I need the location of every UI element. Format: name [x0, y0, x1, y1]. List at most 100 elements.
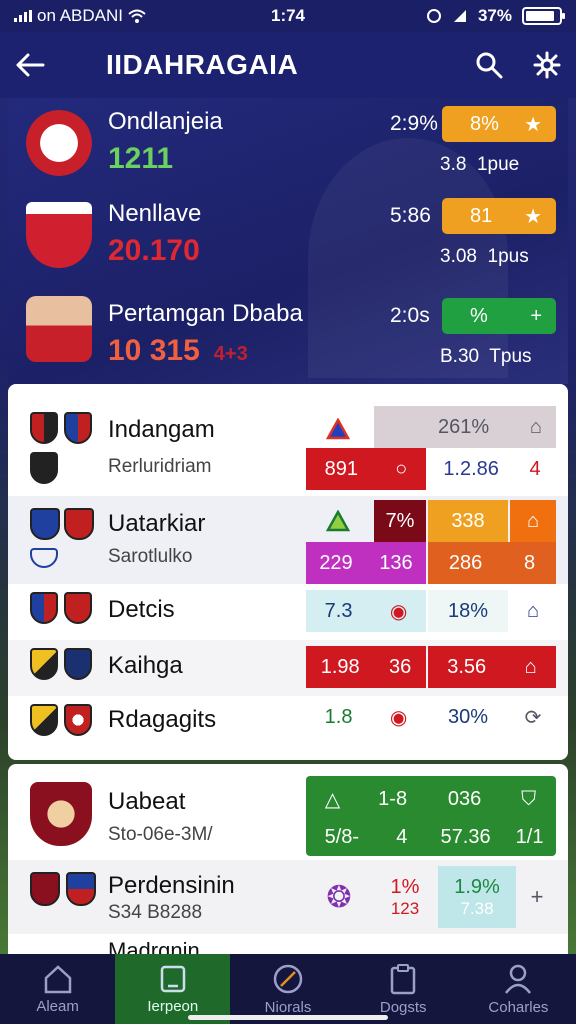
home-icon: ⌂	[529, 415, 542, 438]
nav-tab-dogsts[interactable]: Dogsts	[346, 954, 461, 1024]
club-logo-icon	[30, 592, 58, 624]
odds-cell[interactable]: 1.9% 7.38	[438, 866, 516, 928]
odds-cell[interactable]: 1.8 ◉	[306, 696, 426, 738]
team-name: Uatarkiar	[108, 510, 206, 537]
win-percent: 5:86	[390, 204, 431, 227]
club-logo-icon	[30, 704, 58, 736]
nav-label: Aleam	[36, 997, 79, 1015]
odds-cell[interactable]: 1.2.86 4	[428, 448, 556, 490]
app-bar: IIDAHRAGAIA	[0, 32, 576, 98]
team-name: Detcis	[108, 596, 175, 623]
team-score: 20.170	[108, 234, 200, 267]
odds-cell[interactable]: 261% ⌂	[374, 406, 556, 448]
odds-cell[interactable]: 18%	[428, 590, 508, 632]
warning-icon	[306, 408, 370, 450]
nav-label: Niorals	[264, 998, 312, 1016]
home-icon: ⌂	[524, 655, 537, 678]
odds-cell[interactable]: 7%	[374, 500, 426, 542]
nav-tab-ierpeon[interactable]: Ierpeon	[115, 954, 231, 1024]
odds-cell[interactable]: 229 136	[306, 542, 426, 584]
club-logo-icon	[64, 508, 94, 540]
club-logo-icon	[30, 508, 60, 540]
bottom-navigation: Aleam Ierpeon Niorals Dogsts Coharles	[0, 954, 576, 1024]
circle-icon: ◉	[389, 600, 408, 623]
team-subtitle: S34 B8288	[108, 902, 203, 923]
clock: 1:74	[270, 6, 306, 25]
club-crest-icon	[30, 782, 92, 846]
table-row[interactable]: Uabeat Sto-06e-3M/ △ 1-8 036 ⛉ 5/8- 4 57.36…	[8, 764, 568, 860]
club-logo-icon	[30, 872, 60, 906]
odds-cell[interactable]: 1.98 36	[306, 646, 426, 688]
odds-cell[interactable]: 286 8	[428, 542, 556, 584]
nav-tab-coharles[interactable]: Coharles	[461, 954, 576, 1024]
home-icon[interactable]: ⌂	[510, 500, 556, 542]
nav-label: Ierpeon	[147, 997, 199, 1015]
odds-value: %	[470, 304, 488, 327]
odds-cell[interactable]: △ 1-8	[306, 778, 426, 820]
odds-cell[interactable]: 3.56 ⌂	[428, 646, 556, 688]
star-icon: ★	[524, 113, 542, 136]
odds-detail: B.30 Tpus	[440, 346, 532, 367]
odds-badge[interactable]: % +	[442, 298, 556, 334]
odds-badge[interactable]: 8% ★	[442, 106, 556, 142]
player-avatar	[26, 296, 92, 362]
odds-cell[interactable]: 30%	[428, 696, 508, 738]
team-subtitle: Rerluridriam	[108, 456, 212, 477]
team-name: Perdensinin	[108, 872, 235, 899]
clipboard-icon	[390, 963, 416, 994]
table-row[interactable]: Detcis 7.3 ◉ 18% ⌂	[8, 584, 568, 640]
team-name: Pertamgan Dbaba	[108, 300, 303, 327]
shield-crest-icon	[26, 202, 92, 268]
nav-tab-niorals[interactable]: Niorals	[230, 954, 345, 1024]
gear-icon	[533, 51, 561, 79]
search-button[interactable]	[460, 51, 518, 79]
odds-detail: 3.8 1pue	[440, 154, 520, 175]
eagle-crest-icon	[26, 110, 92, 176]
settings-button[interactable]	[518, 51, 576, 79]
odds-cell[interactable]: 036 ⛉	[428, 778, 556, 820]
featured-row[interactable]: Ondlanjeia 1211 2:9% 8% ★ 3.8 1pue	[8, 98, 568, 190]
table-row[interactable]: Indangam Rerluridriam 261% ⌂ 891 ○ 1.2.86 4	[8, 384, 568, 496]
plus-icon: +	[530, 304, 542, 327]
refresh-icon[interactable]: ⟳	[510, 696, 556, 738]
win-percent: 2:9%	[390, 112, 438, 135]
circle-icon: ◉	[389, 706, 408, 729]
featured-row[interactable]: Nenllave 20.170 5:86 81 ★ 3.08 1pus	[8, 190, 568, 282]
table-row[interactable]: Rdagagits 1.8 ◉ 30% ⟳	[8, 696, 568, 752]
team-name: Nenllave	[108, 200, 202, 227]
club-logo-icon	[64, 648, 92, 680]
odds-cell[interactable]: 5/8- 4	[306, 816, 426, 858]
table-row[interactable]: Madrgnin	[8, 934, 568, 954]
circle-icon: ○	[395, 457, 408, 480]
home-icon	[44, 964, 71, 993]
team-name: Ondlanjeia	[108, 108, 223, 135]
odds-cell[interactable]: 338	[428, 500, 508, 542]
search-icon	[476, 52, 503, 79]
table-row[interactable]: Uatarkiar Sarotlulko 7% 338 ⌂ 229 136 286…	[8, 496, 568, 584]
odds-value: 8%	[470, 112, 499, 135]
odds-detail: 3.08 1pus	[440, 246, 529, 267]
odds-cell[interactable]: 1% 123	[374, 866, 436, 928]
featured-row[interactable]: Pertamgan Dbaba 10 315 4+3 2:0s % + B.30 …	[8, 290, 568, 382]
odds-badge[interactable]: 81 ★	[442, 198, 556, 234]
nav-tab-home[interactable]: Aleam	[0, 954, 115, 1024]
team-name: Rdagagits	[108, 706, 217, 733]
home-indicator[interactable]	[188, 1015, 388, 1020]
club-logo-icon	[66, 872, 96, 906]
match-list-card: Uabeat Sto-06e-3M/ △ 1-8 036 ⛉ 5/8- 4 57.36…	[8, 764, 568, 954]
table-row[interactable]: Kaihga 1.98 36 3.56 ⌂	[8, 640, 568, 696]
team-name: Madrgnin	[108, 938, 200, 954]
table-row[interactable]: Perdensinin S34 B8288 ❂ 1% 123 1.9% 7.38 +	[8, 860, 568, 934]
odds-cell[interactable]: 891 ○	[306, 448, 426, 490]
add-button[interactable]: +	[518, 866, 556, 928]
shield-icon: ⛉	[521, 787, 537, 810]
back-button[interactable]	[0, 53, 60, 77]
win-percent: 2:0s	[390, 304, 430, 327]
odds-cell[interactable]: 7.3 ◉	[306, 590, 426, 632]
star-icon: ★	[524, 205, 542, 228]
featured-matches-panel: Ondlanjeia 1211 2:9% 8% ★ 3.8 1pue Nenll…	[8, 98, 568, 384]
home-icon[interactable]: ⌂	[510, 590, 556, 632]
odds-cell[interactable]: 57.36 1/1	[428, 816, 556, 858]
club-logo-icon	[64, 592, 92, 624]
club-logo-icon	[30, 452, 58, 484]
